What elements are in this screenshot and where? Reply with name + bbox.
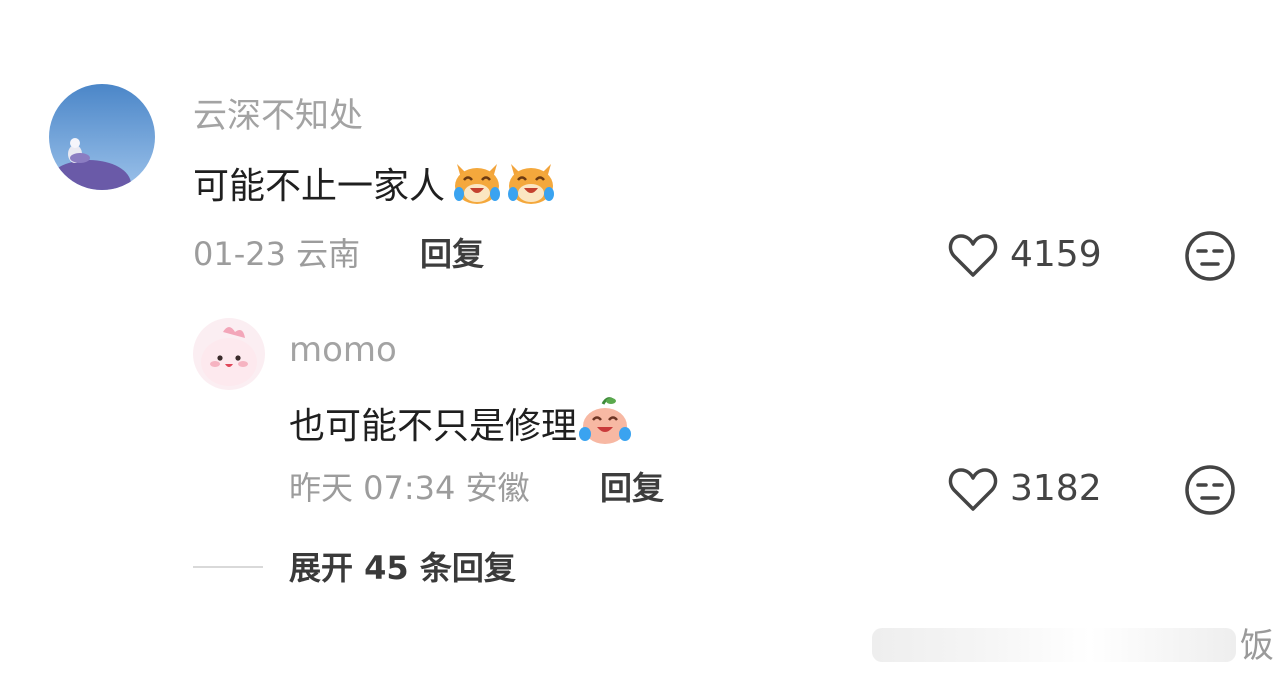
like-count: 3182 xyxy=(1010,468,1102,509)
cat-crying-laughing-icon xyxy=(505,160,557,217)
comment-meta: 01-23 云南 xyxy=(193,234,360,274)
avatar[interactable] xyxy=(193,318,265,390)
reply-button[interactable]: 回复 xyxy=(600,468,664,508)
like-button[interactable]: 4159 xyxy=(948,230,1108,280)
expand-replies-button[interactable]: 展开 45 条回复 xyxy=(289,548,516,588)
like-count: 4159 xyxy=(1010,234,1102,275)
avatar[interactable] xyxy=(49,84,155,190)
cat-crying-laughing-icon xyxy=(451,160,503,217)
peach-crying-laughing-icon xyxy=(577,396,633,457)
dislike-face-icon[interactable] xyxy=(1184,464,1236,516)
comment-date: 01-23 xyxy=(193,235,286,273)
reply-location: 安徽 xyxy=(465,469,530,507)
reply-text: 也可能不只是修理 xyxy=(289,396,633,457)
comment-text-body: 可能不止一家人 xyxy=(193,166,446,207)
reply-username[interactable]: momo xyxy=(289,330,397,370)
reply-date: 昨天 07:34 xyxy=(289,469,456,507)
reply-text-body: 也可能不只是修理 xyxy=(289,406,578,447)
comment-text: 可能不止一家人 xyxy=(193,160,557,217)
heart-icon xyxy=(948,232,998,282)
reply-meta: 昨天 07:34 安徽 xyxy=(289,468,530,508)
watermark: 饭 xyxy=(1240,626,1274,666)
reply-button[interactable]: 回复 xyxy=(420,234,484,274)
heart-icon xyxy=(948,466,998,516)
like-button[interactable]: 3182 xyxy=(948,464,1108,514)
comment-username[interactable]: 云深不知处 xyxy=(193,96,363,136)
expand-divider xyxy=(193,566,263,568)
dislike-face-icon[interactable] xyxy=(1184,230,1236,282)
comment-location: 云南 xyxy=(296,235,361,273)
watermark-bar xyxy=(872,628,1236,662)
